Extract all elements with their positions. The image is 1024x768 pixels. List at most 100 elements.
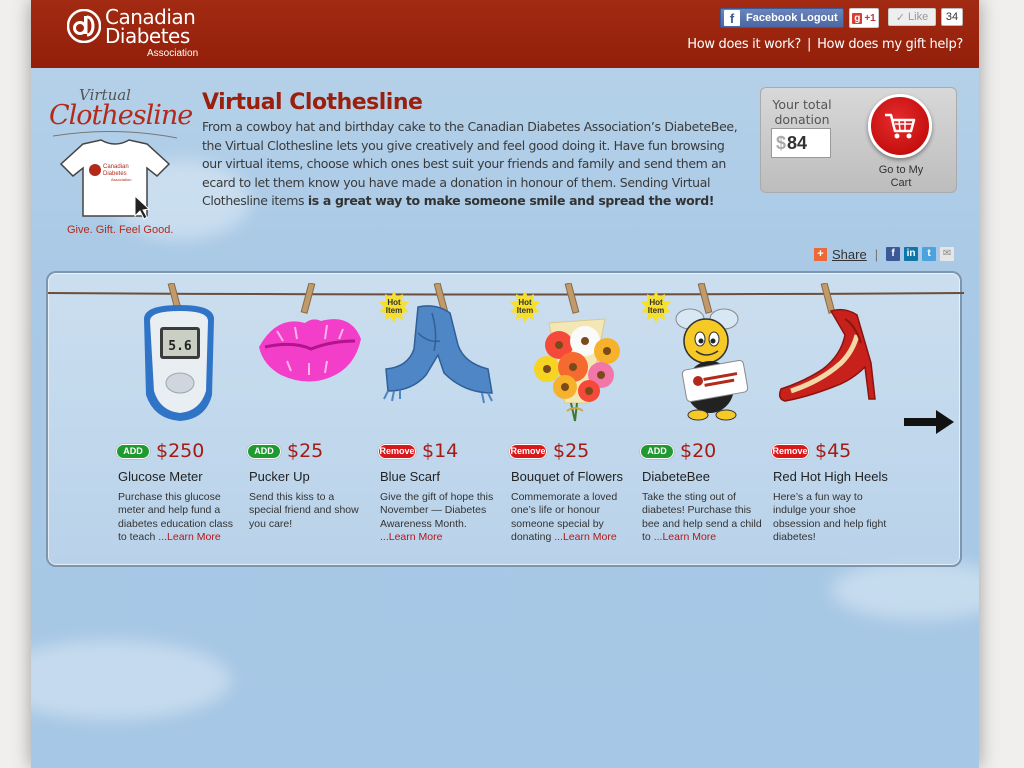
item-price: $14 — [422, 440, 459, 462]
add-button[interactable]: ADD — [640, 443, 674, 459]
item-name: Glucose Meter — [118, 469, 203, 484]
item-description: Give the gift of hope this November — Di… — [380, 491, 500, 544]
lips-image — [259, 283, 361, 382]
intro-body-bold: is a great way to make someone smile and… — [307, 193, 715, 208]
linkedin-icon[interactable]: in — [904, 247, 919, 261]
share-plus-icon[interactable]: + — [814, 247, 827, 261]
item-price: $25 — [553, 440, 590, 462]
clothesline-panel: 5.6 ADD $250 Glucose Meter Purchase this… — [46, 271, 964, 567]
share-row: + Share | f in t ✉ — [814, 246, 958, 262]
high-heels-image — [778, 283, 876, 402]
share-separator: | — [874, 246, 879, 262]
hot-item-label: Hot Item — [640, 299, 672, 315]
item-desc-text: Send this kiss to a special friend and s… — [249, 491, 359, 530]
item-description: Here’s a fun way to indulge your shoe ob… — [773, 491, 893, 544]
item-price: $250 — [156, 440, 205, 462]
item-description: Commemorate a loved one’s life or honour… — [511, 491, 631, 544]
item-price-row: ADD $25 — [247, 440, 323, 462]
remove-button[interactable]: Remove — [509, 443, 547, 459]
add-button[interactable]: ADD — [247, 443, 281, 459]
email-icon[interactable]: ✉ — [940, 247, 955, 261]
donation-value: 84 — [787, 132, 808, 153]
facebook-logout-button[interactable]: f Facebook Logout — [720, 8, 844, 28]
like-button[interactable]: ✓ Like — [888, 8, 936, 26]
learn-more-link[interactable]: ...Learn More — [380, 531, 442, 543]
go-to-cart-button[interactable] — [868, 94, 932, 158]
item-price-row: Remove $25 — [509, 440, 589, 462]
logo-tagline: Give. Gift. Feel Good. — [67, 224, 174, 236]
item-name: Pucker Up — [249, 469, 310, 484]
glucose-meter-image: 5.6 — [144, 283, 214, 421]
item-pucker-up[interactable]: ADD $25 Pucker Up Send this kiss to a sp… — [247, 273, 375, 565]
hot-item-label: Hot Item — [509, 299, 541, 315]
item-price: $25 — [287, 440, 324, 462]
add-button[interactable]: ADD — [116, 443, 150, 459]
learn-more-link[interactable]: ...Learn More — [158, 531, 220, 543]
learn-more-link[interactable]: ...Learn More — [554, 531, 616, 543]
page-title: Virtual Clothesline — [202, 90, 423, 115]
page-container: Canadian Diabetes Association f Facebook… — [31, 0, 979, 768]
gplus-label: +1 — [864, 12, 876, 24]
next-arrow-icon[interactable] — [902, 409, 956, 435]
nav-separator: | — [806, 37, 812, 52]
item-price-row: ADD $250 — [116, 440, 204, 462]
hot-item-label: Hot Item — [378, 299, 410, 315]
nav-how-it-works[interactable]: How does it work? — [687, 37, 801, 52]
item-diabetebee[interactable]: Hot Item ADD $20 DiabeteBee Take the stin… — [640, 273, 768, 565]
glucose-reading: 5.6 — [168, 339, 192, 354]
donation-label: Your total donation — [772, 97, 832, 127]
remove-button[interactable]: Remove — [378, 443, 416, 459]
item-price-row: ADD $20 — [640, 440, 716, 462]
top-nav: How does it work? | How does my gift help? — [687, 37, 963, 52]
gplus-icon: g — [852, 12, 863, 24]
logo-line3: Association — [147, 48, 199, 59]
item-glucose-meter[interactable]: 5.6 ADD $250 Glucose Meter Purchase this… — [116, 273, 244, 565]
cart-icon — [885, 113, 916, 139]
remove-button[interactable]: Remove — [771, 443, 809, 459]
item-name: Red Hot High Heels — [773, 469, 888, 484]
hot-label-2: Item — [385, 306, 403, 315]
hot-label-2: Item — [516, 306, 534, 315]
item-description: Take the sting out of diabetes! Purchase… — [642, 491, 762, 544]
item-price-row: Remove $14 — [378, 440, 458, 462]
gplus-button[interactable]: g +1 — [849, 8, 879, 28]
donation-currency: $ — [776, 132, 787, 153]
donation-total-field: $ 84 — [771, 128, 831, 158]
learn-more-link[interactable]: ...Learn More — [654, 531, 716, 543]
logo-line2: Diabetes — [105, 24, 190, 48]
item-name: Blue Scarf — [380, 469, 440, 484]
like-icon: ✓ — [895, 11, 906, 24]
facebook-icon: f — [724, 10, 740, 26]
item-price-row: Remove $45 — [771, 440, 851, 462]
item-price: $20 — [680, 440, 717, 462]
item-description: Send this kiss to a special friend and s… — [249, 491, 369, 531]
go-to-cart-label[interactable]: Go to My Cart — [868, 164, 934, 190]
intro-text: From a cowboy hat and birthday cake to t… — [202, 118, 740, 211]
cda-logo-icon — [67, 9, 101, 43]
twitter-icon[interactable]: t — [922, 247, 937, 261]
item-desc-text: Here’s a fun way to indulge your shoe ob… — [773, 491, 887, 543]
item-desc-text: Give the gift of hope this November — Di… — [380, 491, 494, 530]
item-red-hot-high-heels[interactable]: Remove $45 Red Hot High Heels Here’s a f… — [771, 273, 899, 565]
item-price: $45 — [815, 440, 852, 462]
nav-how-gift-helps[interactable]: How does my gift help? — [817, 37, 963, 52]
logo-script-clothesline: Clothesline — [49, 100, 193, 131]
donation-box: Your total donation $ 84 Go to My Cart — [760, 87, 957, 193]
like-label: Like — [908, 11, 929, 23]
item-blue-scarf[interactable]: Hot Item Remove $14 Blue Scarf Give the g… — [378, 273, 506, 565]
share-link[interactable]: Share — [832, 247, 867, 262]
header-bar: Canadian Diabetes Association f Facebook… — [31, 0, 979, 68]
virtual-clothesline-logo[interactable]: Virtual Clothesline Canadian Diabetes As… — [45, 84, 193, 242]
tshirt-text-line1: Canadian — [103, 164, 129, 170]
item-name: Bouquet of Flowers — [511, 469, 624, 484]
tshirt-text-line3: Association — [111, 177, 131, 182]
item-bouquet-of-flowers[interactable]: Hot Item Remove $25 Bouquet of Flowers Co… — [509, 273, 637, 565]
facebook-share-icon[interactable]: f — [886, 247, 901, 261]
tshirt-icon: Canadian Diabetes Association — [52, 130, 178, 220]
item-description: Purchase this glucose meter and help fun… — [118, 491, 238, 544]
hot-label-2: Item — [647, 306, 665, 315]
item-name: DiabeteBee — [642, 469, 710, 484]
cda-logo[interactable]: Canadian Diabetes Association — [67, 7, 207, 59]
like-count: 34 — [941, 8, 963, 26]
facebook-logout-label: Facebook Logout — [746, 12, 838, 24]
